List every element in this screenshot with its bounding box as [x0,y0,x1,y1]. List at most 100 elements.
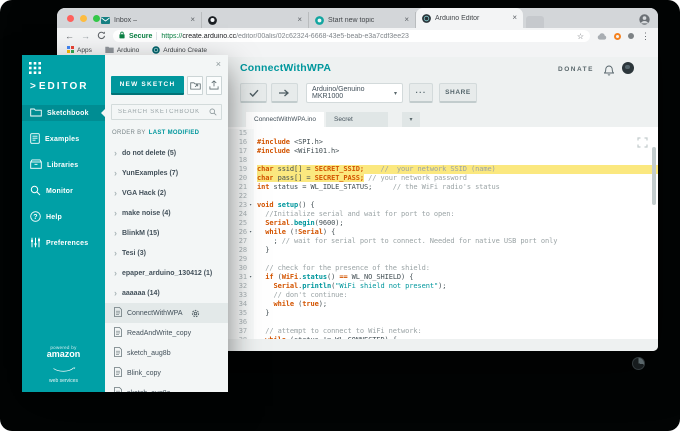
file-tabs-dropdown-button[interactable]: ▾ [402,112,421,127]
sidebar-item-preferences[interactable]: Preferences [22,235,105,251]
new-tab-button[interactable] [526,16,544,28]
board-selector[interactable]: Arduino/Genuino MKR1000 ▾ [306,83,403,103]
extension-orange-icon[interactable] [614,32,621,40]
sketch-list-item[interactable]: › epaper_arduino_130412 (1) [105,263,228,283]
code-line[interactable]: 27 ; // wait for serial port to connect.… [228,237,658,246]
sketch-list-item[interactable]: › YunExamples (7) [105,163,228,183]
order-by-control[interactable]: ORDER BY LAST MODIFIED [112,130,199,136]
sidebar-item-help[interactable]: ? Help [22,209,105,225]
upload-button[interactable] [271,83,298,103]
sidebar-item-examples[interactable]: Examples [22,131,105,147]
sidebar-item-label: Help [46,213,62,221]
tab-secret[interactable]: Secret [326,112,389,127]
sketch-list-item[interactable]: Blink_copy [105,363,228,383]
browser-tab[interactable]: × [202,12,309,28]
sketch-list-item[interactable]: ConnectWithWPA [105,303,228,323]
code-line[interactable]: 35 } [228,309,658,318]
expand-editor-icon[interactable] [637,135,648,153]
tab-close-icon[interactable]: × [512,14,517,22]
verify-button[interactable] [240,83,267,103]
code-line[interactable]: 30 // check for the presence of the shie… [228,264,658,273]
code-line[interactable]: 20 char pass[] = SECRET_PASS; // your net… [228,174,658,183]
donate-link[interactable]: DONATE [558,66,594,73]
browser-profile-icon[interactable] [639,12,650,30]
code-editor[interactable]: 15 16 #include <SPI.h> 17 #include <WiFi101.… [228,127,658,339]
sidebar-item-libraries[interactable]: Libraries [22,157,105,173]
line-number: 27 [228,237,254,246]
bookmark-item[interactable]: Arduino [105,46,139,55]
sketch-list-item[interactable]: › Tesi (3) [105,243,228,263]
code-line[interactable]: 19 char ssid[] = SECRET_SSID; // your net… [228,165,658,174]
code-line[interactable]: 34 while (true); [228,300,658,309]
sketch-list-item[interactable]: › aaaaaa (14) [105,283,228,303]
close-panel-icon[interactable]: × [216,60,221,69]
code-line[interactable]: 23 ▾ void setup() { [228,201,658,210]
sketchbook-search[interactable] [111,104,222,120]
sidebar-nav: Sketchbook Examples Libraries Monitor ? Help P… [22,105,105,261]
code-line[interactable]: 38 while (status != WL_CONNECTED) { [228,336,658,339]
apps-grid-icon[interactable] [29,61,41,79]
new-sketch-button[interactable]: NEW SKETCH [111,76,184,95]
code-line[interactable]: 28 } [228,246,658,255]
sketch-list-item[interactable]: sketch_aug8c [105,383,228,392]
bookmark-item[interactable]: Apps [67,46,92,55]
extension-cloud-icon[interactable] [597,27,607,45]
code-line[interactable]: 31 ▾ if (WiFi.status() == WL_NO_SHIELD) { [228,273,658,282]
upload-sketch-button[interactable] [206,76,222,95]
tab-close-icon[interactable]: × [297,16,302,24]
gear-icon[interactable] [191,309,200,318]
code-line[interactable]: 26 ▾ while (!Serial) { [228,228,658,237]
code-line[interactable]: 17 #include <WiFi101.h> [228,147,658,156]
notifications-bell-icon[interactable] [603,63,615,81]
browser-tab[interactable]: Arduino Editor × [416,8,523,28]
back-icon[interactable]: ← [65,31,74,41]
sketch-list-item[interactable]: › BlinkM (15) [105,223,228,243]
sketch-list-item[interactable]: › make noise (4) [105,203,228,223]
code-line[interactable]: 15 [228,129,658,138]
bookmark-star-icon[interactable]: ☆ [577,32,584,41]
code-line[interactable]: 22 [228,192,658,201]
sketch-list-item[interactable]: › VGA Hack (2) [105,183,228,203]
tab-connectwithwpa-ino[interactable]: ConnectWithWPA.ino [246,112,325,127]
user-avatar[interactable] [622,62,634,74]
minimize-window-button[interactable] [80,15,87,22]
extension-gray-icon[interactable] [628,33,634,39]
more-options-button[interactable]: ··· [409,83,433,103]
code-line[interactable]: 18 [228,156,658,165]
sketch-list-item[interactable]: ReadAndWrite_copy [105,323,228,343]
share-button[interactable]: SHARE [439,83,477,103]
search-input[interactable] [116,108,209,116]
import-sketch-button[interactable] [187,76,203,95]
tab-close-icon[interactable]: × [404,16,409,24]
line-number: 37 [228,327,254,336]
code-line[interactable]: 33 // don't continue: [228,291,658,300]
code-line[interactable]: 32 Serial.println("WiFi shield not prese… [228,282,658,291]
forward-icon[interactable]: → [81,31,90,41]
sidebar-item-sketchbook[interactable]: Sketchbook [22,105,105,121]
reload-icon[interactable] [97,31,106,42]
bookmark-item[interactable]: Arduino Create [152,45,207,56]
editor-scrollbar[interactable] [652,147,656,205]
line-number: 15 [228,129,254,138]
line-number: 32 [228,282,254,291]
browser-toolbar: ← → Secure https://create.arduino.cc/edi… [57,28,658,44]
close-window-button[interactable] [67,15,74,22]
code-line[interactable]: 16 #include <SPI.h> [228,138,658,147]
sketch-list-item[interactable]: sketch_aug8b [105,343,228,363]
code-line[interactable]: 25 Serial.begin(9600); [228,219,658,228]
code-line[interactable]: 24 //Initialize serial and wait for port… [228,210,658,219]
browser-tab[interactable]: Inbox – × [95,12,202,28]
search-icon [209,103,217,121]
sidebar-item-monitor[interactable]: Monitor [22,183,105,199]
code-line[interactable]: 29 [228,255,658,264]
code-line[interactable]: 21 int status = WL_IDLE_STATUS; // the Wi… [228,183,658,192]
sketch-list-item[interactable]: › do not delete (5) [105,143,228,163]
tab-close-icon[interactable]: × [190,16,195,24]
browser-tab[interactable]: Start new topic × [309,12,416,28]
browser-menu-icon[interactable]: ⋮ [641,31,650,42]
code-line[interactable]: 37 // attempt to connect to WiFi network… [228,327,658,336]
address-bar[interactable]: Secure https://create.arduino.cc/editor/… [113,30,590,42]
code-line[interactable]: 36 [228,318,658,327]
fold-caret-icon: ▾ [249,203,252,208]
sketchbook-actions: NEW SKETCH [111,76,222,95]
